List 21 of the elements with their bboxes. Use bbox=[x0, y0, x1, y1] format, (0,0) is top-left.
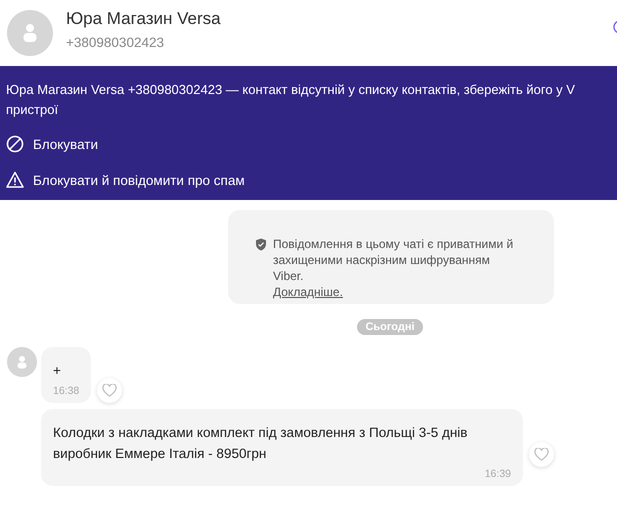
heart-icon bbox=[102, 384, 118, 396]
shield-icon bbox=[255, 238, 267, 251]
message-time: 16:38 bbox=[53, 385, 80, 397]
block-icon bbox=[6, 135, 24, 153]
block-button[interactable]: Блокувати bbox=[33, 136, 98, 152]
message-text: Колодки з накладками комплект під замовлення з Польщі 3-5 днів виробник Еммере Італія - 8950грн bbox=[53, 424, 468, 463]
message-text: + bbox=[53, 362, 62, 380]
contact-name: Юра Магазин Versa bbox=[66, 8, 221, 28]
message-time: 16:39 bbox=[484, 468, 511, 480]
banner-text: Юра Магазин Versa +380980302423 — контакт відсутній у списку контактів, збережіть його у V bbox=[6, 81, 576, 99]
date-divider: Сьогодні bbox=[357, 319, 423, 335]
learn-more-link[interactable]: Докладніше. bbox=[273, 285, 343, 299]
report-spam-button[interactable]: Блокувати й повідомити про спам bbox=[33, 172, 245, 188]
like-button[interactable] bbox=[97, 378, 122, 402]
warning-icon bbox=[6, 171, 24, 189]
avatar-icon bbox=[7, 10, 53, 56]
heart-icon bbox=[534, 448, 549, 461]
like-button[interactable] bbox=[529, 442, 554, 467]
encryption-text: Повідомлення в цьому чаті є приватними й захищеними наскрізним шифруванням Viber. bbox=[273, 237, 514, 283]
contact-phone: +380980302423 bbox=[66, 34, 165, 50]
banner-text: пристрої bbox=[6, 101, 60, 119]
